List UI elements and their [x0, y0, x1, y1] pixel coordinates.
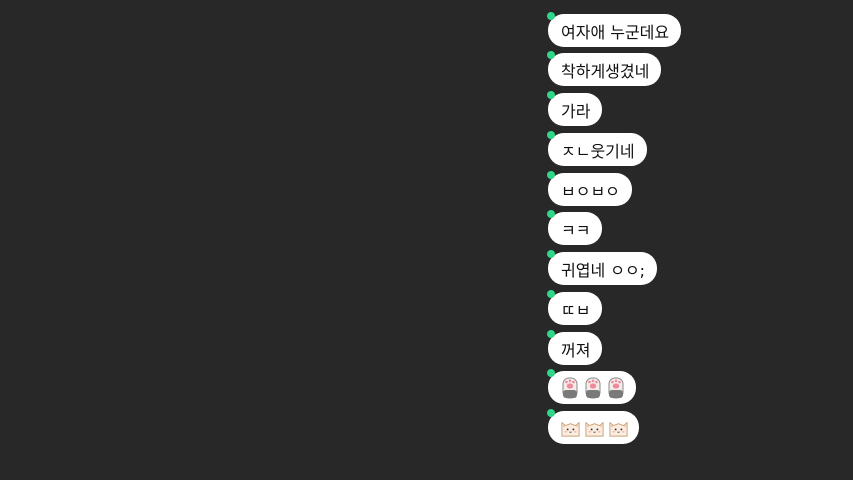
message-bubble[interactable]: 착하게생겼네: [547, 51, 662, 86]
message-bubble[interactable]: ㅂㅇㅂㅇ: [547, 171, 632, 206]
emoji-message-bubble[interactable]: [547, 409, 639, 444]
cat-face-emoji: [585, 421, 604, 437]
cat-paw-emoji: [585, 377, 601, 398]
cat-face-emoji: [609, 421, 628, 437]
message-text: 꺼져: [561, 340, 591, 360]
message-bubble[interactable]: ㅈㄴ웃기네: [547, 131, 647, 166]
message-text: 귀엽네 ㅇㅇ;: [561, 260, 646, 280]
unread-dot: [547, 91, 555, 99]
message-text: ㅈㄴ웃기네: [561, 141, 635, 161]
unread-dot: [547, 131, 555, 139]
emoji-row: [560, 376, 626, 400]
emoji-message-bubble[interactable]: [547, 369, 636, 404]
message-bubble[interactable]: 귀엽네 ㅇㅇ;: [547, 250, 658, 285]
message-text: 착하게생겼네: [561, 61, 650, 81]
unread-dot: [547, 250, 555, 258]
message-text: 가라: [561, 101, 591, 121]
unread-dot: [547, 51, 555, 59]
message-text: ㅋㅋ: [561, 220, 591, 240]
unread-dot: [547, 409, 555, 417]
unread-dot: [547, 330, 555, 338]
message-bubble[interactable]: ㅋㅋ: [547, 210, 603, 245]
message-text: ㄸㅂ: [561, 300, 591, 320]
message-bubble[interactable]: 가라: [547, 91, 603, 126]
unread-dot: [547, 290, 555, 298]
unread-dot: [547, 12, 555, 20]
message-bubble[interactable]: 여자애 누군데요: [547, 12, 682, 47]
message-bubble[interactable]: 꺼져: [547, 330, 603, 365]
unread-dot: [547, 210, 555, 218]
message-bubble[interactable]: ㄸㅂ: [547, 290, 603, 325]
unread-dot: [547, 369, 555, 377]
unread-dot: [547, 171, 555, 179]
chat-screen: { "messages": [ {"type": "text", "text":…: [0, 0, 853, 480]
cat-face-emoji: [561, 421, 580, 437]
emoji-row: [560, 417, 629, 438]
cat-paw-emoji: [562, 377, 578, 398]
message-text: 여자애 누군데요: [561, 22, 670, 42]
message-text: ㅂㅇㅂㅇ: [561, 181, 620, 201]
cat-paw-emoji: [608, 377, 624, 398]
